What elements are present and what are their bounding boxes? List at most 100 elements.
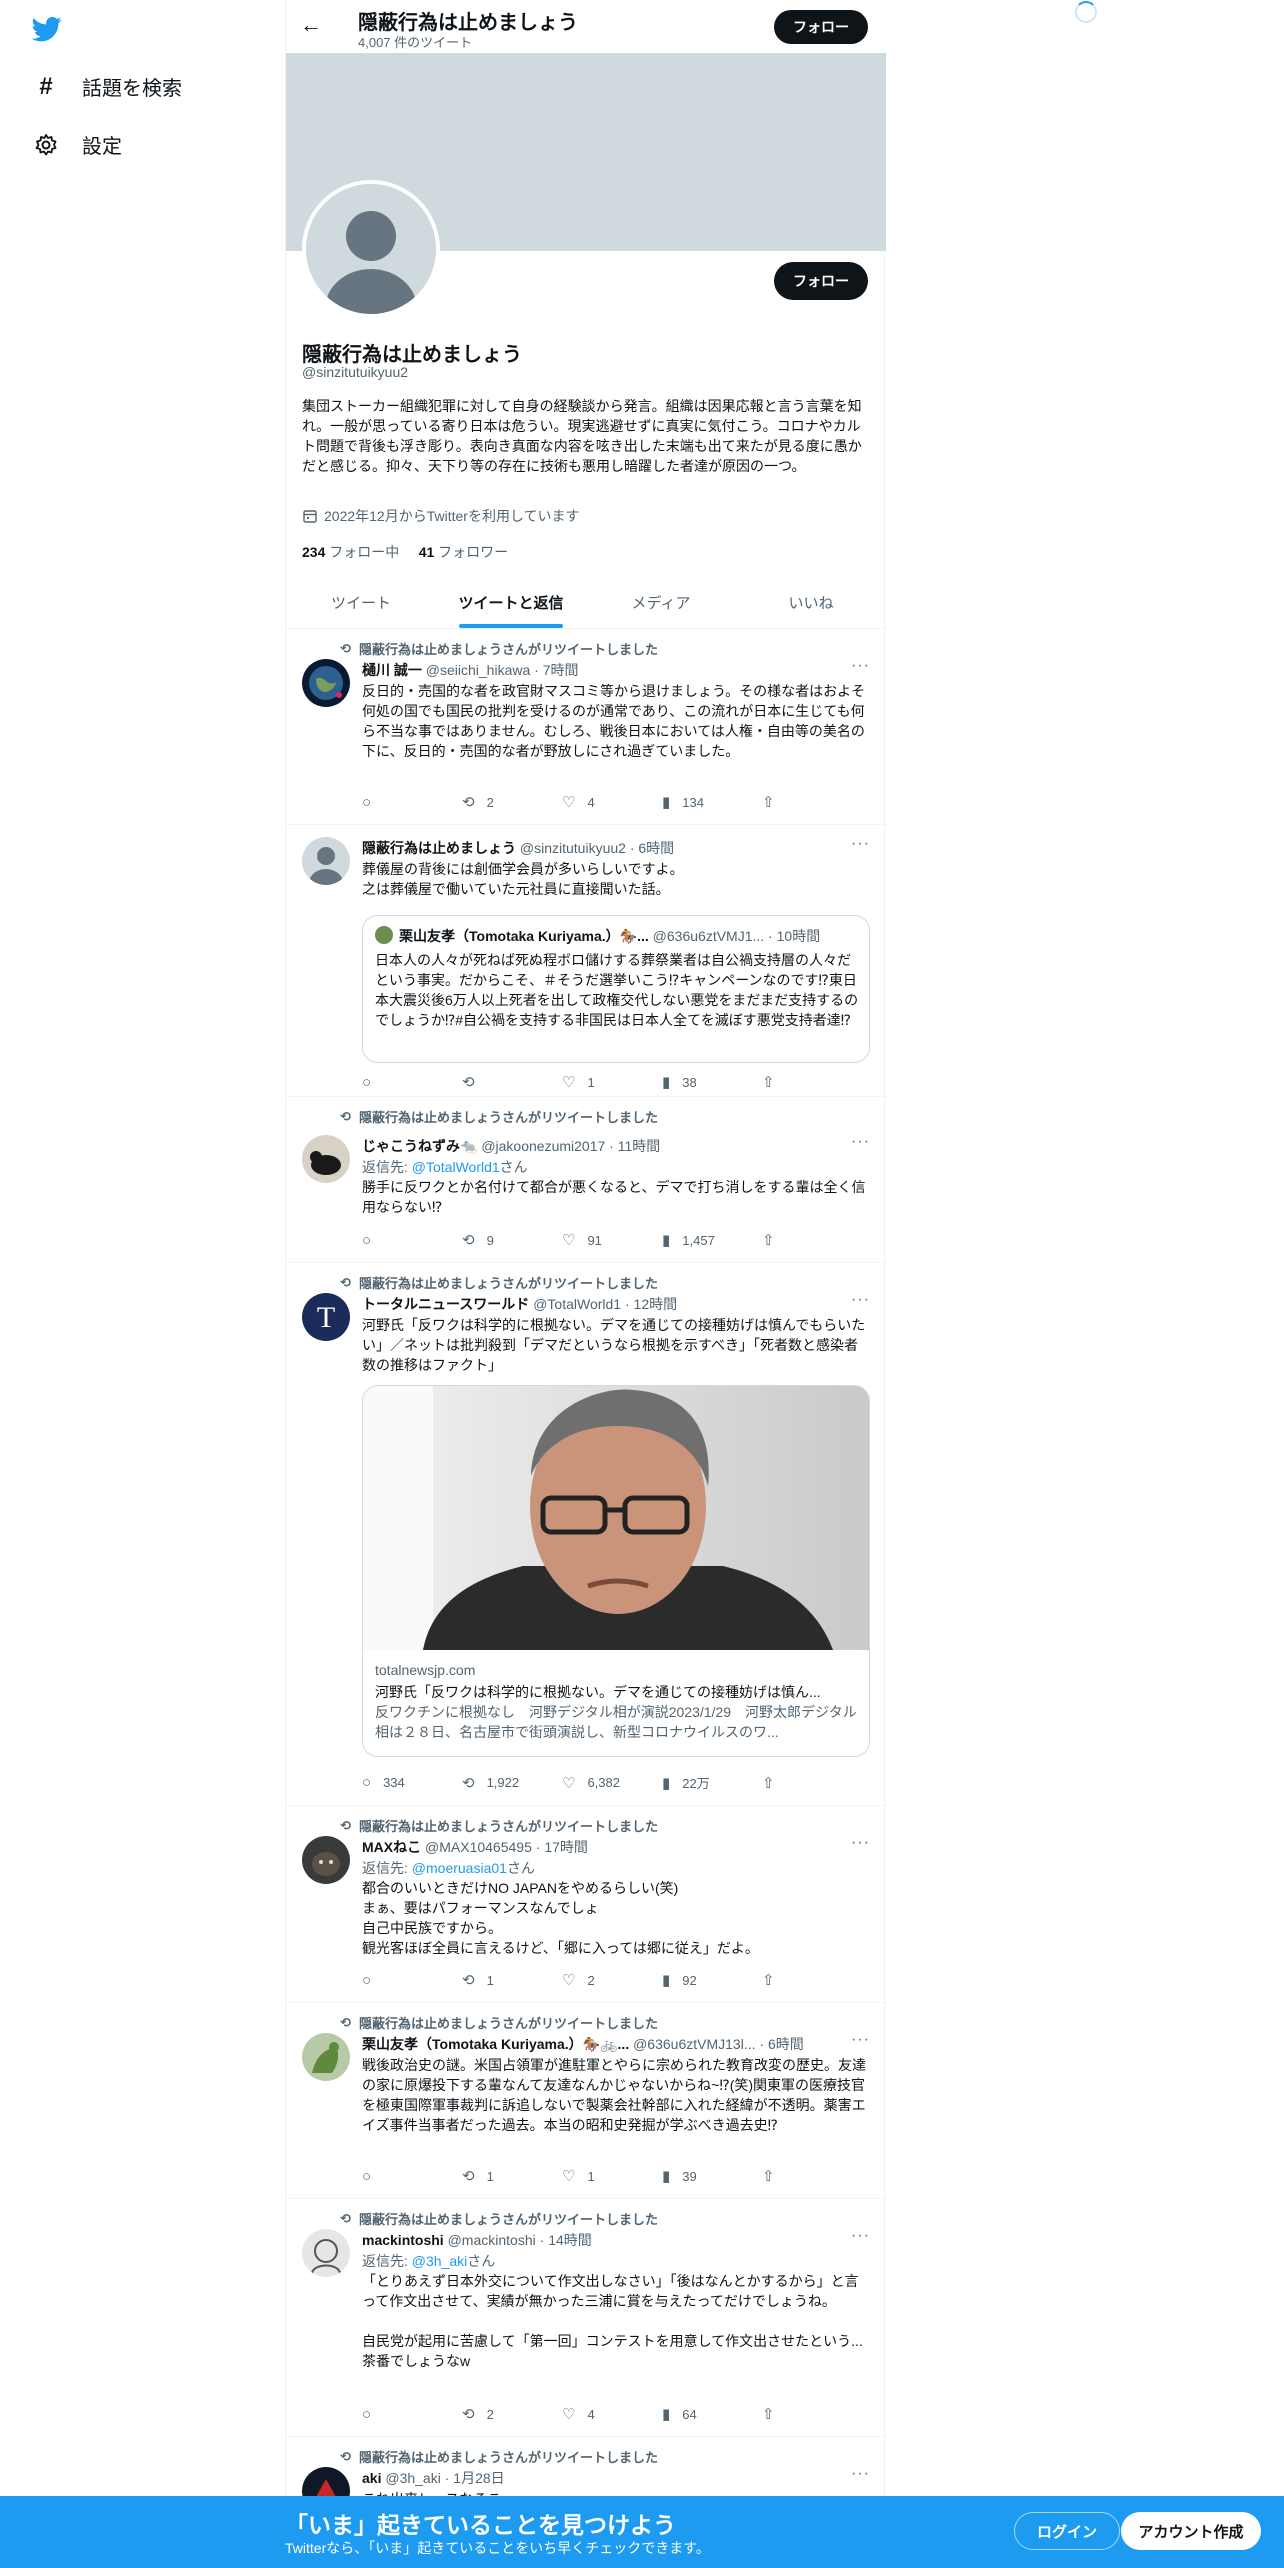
views-button[interactable]: ▮ 134 xyxy=(662,793,762,811)
author-name[interactable]: トータルニュースワールド xyxy=(362,1296,529,1312)
more-icon[interactable]: ··· xyxy=(851,2227,870,2245)
author-handle[interactable]: @jakoonezumi2017 xyxy=(481,1138,605,1154)
author-handle[interactable]: @sinzitutuikyuu2 xyxy=(520,840,626,856)
header-follow-button[interactable]: フォロー xyxy=(774,10,868,44)
login-button[interactable]: ログイン xyxy=(1014,2512,1120,2550)
tweet[interactable]: ⟲ 隠蔽行為は止めましょうさんがリツイートしました T トータルニュースワールド … xyxy=(286,1263,886,1806)
reply-button[interactable]: ○ xyxy=(362,793,462,811)
avatar[interactable] xyxy=(302,1836,350,1884)
tweet[interactable]: ⟲ 隠蔽行為は止めましょうさんがリツイートしました じゃこうねずみ🐀 @jakoo… xyxy=(286,1097,886,1263)
profile-follow-button[interactable]: フォロー xyxy=(774,262,868,300)
more-icon[interactable]: ··· xyxy=(851,2465,870,2483)
like-button[interactable]: ♡ 91 xyxy=(562,1231,662,1249)
profile-avatar[interactable] xyxy=(302,180,440,318)
author-name[interactable]: じゃこうねずみ🐀 xyxy=(362,1138,477,1154)
author-handle[interactable]: @636u6ztVMJ13l... xyxy=(633,2036,755,2052)
like-button[interactable]: ♡ 4 xyxy=(562,2405,662,2423)
tab-media[interactable]: メディア xyxy=(586,576,736,628)
avatar[interactable] xyxy=(302,2033,350,2081)
tweet-time[interactable]: 11時間 xyxy=(618,1138,661,1154)
retweet-button[interactable]: ⟲ 1 xyxy=(462,1971,562,1989)
tab-likes[interactable]: いいね xyxy=(736,576,886,628)
more-icon[interactable]: ··· xyxy=(851,1834,870,1852)
author-handle[interactable]: @3h_aki xyxy=(385,2470,440,2486)
tweet[interactable]: ⟲ 隠蔽行為は止めましょうさんがリツイートしました mackintoshi @ma… xyxy=(286,2199,886,2437)
back-arrow-icon[interactable]: ← xyxy=(300,12,330,42)
share-button[interactable]: ⇧ xyxy=(762,793,792,811)
more-icon[interactable]: ··· xyxy=(851,1133,870,1151)
tweet-time[interactable]: 14時間 xyxy=(548,2232,592,2248)
share-button[interactable]: ⇧ xyxy=(762,2167,792,2185)
views-button[interactable]: ▮ 64 xyxy=(662,2405,762,2423)
like-button[interactable]: ♡ 4 xyxy=(562,793,662,811)
retweet-button[interactable]: ⟲ 9 xyxy=(462,1231,562,1249)
share-button[interactable]: ⇧ xyxy=(762,1773,792,1792)
share-button[interactable]: ⇧ xyxy=(762,1073,792,1091)
like-button[interactable]: ♡ 2 xyxy=(562,1971,662,1989)
avatar[interactable] xyxy=(302,659,350,707)
reply-button[interactable]: ○ xyxy=(362,1971,462,1989)
retweet-button[interactable]: ⟲ 1,922 xyxy=(462,1773,562,1792)
tweet[interactable]: ⟲ 隠蔽行為は止めましょうさんがリツイートしました 樋川 誠一 @seiichi_… xyxy=(286,629,886,825)
reply-to-handle[interactable]: @TotalWorld1 xyxy=(412,1159,500,1175)
tweet-time[interactable]: 17時間 xyxy=(544,1839,588,1855)
author-handle[interactable]: @MAX10465495 xyxy=(425,1839,532,1855)
tab-tweets[interactable]: ツイート xyxy=(286,576,436,628)
followers-link[interactable]: 41 フォロワー xyxy=(419,544,508,560)
reply-button[interactable]: ○ xyxy=(362,1231,462,1249)
reply-to-handle[interactable]: @3h_aki xyxy=(412,2253,467,2269)
tweet-time[interactable]: 6時間 xyxy=(638,840,674,856)
reply-button[interactable]: ○ xyxy=(362,1073,462,1091)
like-button[interactable]: ♡ 1 xyxy=(562,1073,662,1091)
quoted-tweet[interactable]: 栗山友孝（Tomotaka Kuriyama.）🏇... @636u6ztVMJ… xyxy=(362,915,870,1063)
share-button[interactable]: ⇧ xyxy=(762,1231,792,1249)
tweet[interactable]: ⟲ 隠蔽行為は止めましょうさんがリツイートしました MAXねこ @MAX10465… xyxy=(286,1806,886,2003)
tweet-time[interactable]: 1月28日 xyxy=(453,2470,504,2486)
more-icon[interactable]: ··· xyxy=(851,2031,870,2049)
link-card[interactable]: totalnewsjp.com 河野氏「反ワクは科学的に根拠ない。デマを通じての… xyxy=(362,1385,870,1757)
author-handle[interactable]: @TotalWorld1 xyxy=(533,1296,621,1312)
views-button[interactable]: ▮ 92 xyxy=(662,1971,762,1989)
more-icon[interactable]: ··· xyxy=(851,1291,870,1309)
avatar[interactable]: T xyxy=(302,1293,350,1341)
twitter-logo-icon[interactable] xyxy=(30,14,64,44)
tab-tweets-and-replies[interactable]: ツイートと返信 xyxy=(436,576,586,628)
share-button[interactable]: ⇧ xyxy=(762,2405,792,2423)
views-button[interactable]: ▮ 38 xyxy=(662,1073,762,1091)
share-button[interactable]: ⇧ xyxy=(762,1971,792,1989)
author-name[interactable]: MAXねこ xyxy=(362,1839,421,1855)
nav-settings[interactable]: 設定 xyxy=(32,130,122,159)
retweet-button[interactable]: ⟲ 2 xyxy=(462,2405,562,2423)
reply-button[interactable]: ○ 334 xyxy=(362,1773,462,1792)
views-button[interactable]: ▮ 1,457 xyxy=(662,1231,762,1249)
author-name[interactable]: 栗山友孝（Tomotaka Kuriyama.）🏇🚲... xyxy=(362,2036,629,2052)
tweet-time[interactable]: 6時間 xyxy=(768,2036,804,2052)
author-name[interactable]: 隠蔽行為は止めましょう xyxy=(362,840,516,856)
author-handle[interactable]: @seiichi_hikawa xyxy=(426,662,530,678)
more-icon[interactable]: ··· xyxy=(851,657,870,675)
author-name[interactable]: aki xyxy=(362,2470,381,2486)
tweet-time[interactable]: 12時間 xyxy=(634,1296,678,1312)
avatar[interactable] xyxy=(302,837,350,885)
reply-button[interactable]: ○ xyxy=(362,2405,462,2423)
nav-explore[interactable]: # 話題を検索 xyxy=(32,72,182,101)
signup-button[interactable]: アカウント作成 xyxy=(1121,2512,1261,2550)
avatar[interactable] xyxy=(302,1135,350,1183)
retweet-button[interactable]: ⟲ xyxy=(462,1073,562,1091)
following-link[interactable]: 234 フォロー中 xyxy=(302,544,399,560)
reply-button[interactable]: ○ xyxy=(362,2167,462,2185)
views-button[interactable]: ▮ 22万 xyxy=(662,1773,762,1792)
views-button[interactable]: ▮ 39 xyxy=(662,2167,762,2185)
like-button[interactable]: ♡ 1 xyxy=(562,2167,662,2185)
retweet-button[interactable]: ⟲ 1 xyxy=(462,2167,562,2185)
tweet[interactable]: ⟲ 隠蔽行為は止めましょうさんがリツイートしました 栗山友孝（Tomotaka K… xyxy=(286,2003,886,2199)
like-button[interactable]: ♡ 6,382 xyxy=(562,1773,662,1792)
author-name[interactable]: 樋川 誠一 xyxy=(362,662,422,678)
avatar[interactable] xyxy=(302,2229,350,2277)
tweet-time[interactable]: 7時間 xyxy=(543,662,579,678)
author-handle[interactable]: @mackintoshi xyxy=(448,2232,536,2248)
tweet[interactable]: 隠蔽行為は止めましょう @sinzitutuikyuu2 · 6時間 ··· 葬… xyxy=(286,825,886,1097)
retweet-button[interactable]: ⟲ 2 xyxy=(462,793,562,811)
author-name[interactable]: mackintoshi xyxy=(362,2232,444,2248)
more-icon[interactable]: ··· xyxy=(851,835,870,853)
